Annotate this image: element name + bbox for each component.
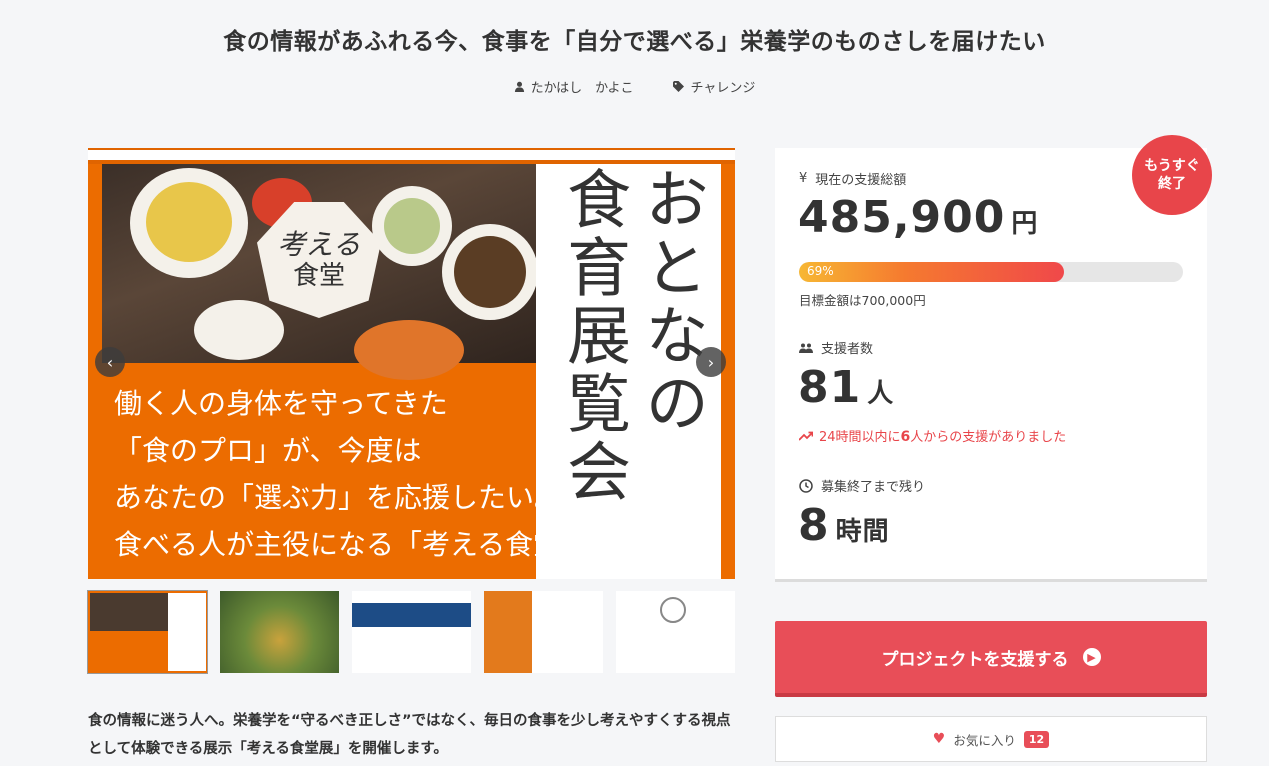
total-label: ¥ 現在の支援総額 (799, 171, 907, 188)
hero-message: 働く人の身体を守ってきた 「食のプロ」が、今度は あなたの「選ぶ力」を応援したい… (114, 380, 657, 568)
recent-support: 24時間以内に6人からの支援がありました (799, 426, 1066, 445)
remaining-time: 8 時間 (798, 500, 890, 551)
thumbnail-3[interactable] (352, 591, 471, 673)
stats-card: ¥ 現在の支援総額 485,900 円 69% 目標金額は700,000円 支援者… (775, 148, 1207, 582)
progress-bar: 69% (799, 262, 1183, 282)
hero-line: 働く人の身体を守ってきた (114, 387, 448, 420)
carousel-next-button[interactable]: › (696, 347, 726, 377)
favorite-button[interactable]: ♥ お気に入り 12 (775, 716, 1207, 762)
thumb-panel (168, 593, 206, 671)
progress-fill (799, 262, 1064, 282)
progress-percent: 69% (807, 264, 834, 278)
chevron-left-icon: ‹ (106, 352, 114, 372)
hero-line: 「食のプロ」が、今度は (114, 434, 422, 467)
category-name: チャレンジ (690, 81, 756, 96)
favorite-count: 12 (1023, 730, 1050, 748)
project-description: 食の情報に迷う人へ。栄養学を“守るべき正しさ”ではなく、毎日の食事を少し考えやす… (88, 713, 731, 757)
support-project-button[interactable]: プロジェクトを支援する ▶ (775, 621, 1207, 697)
user-icon (514, 81, 524, 92)
total-amount: 485,900 円 (798, 192, 1039, 243)
cabbage-fill (384, 198, 440, 254)
supporters-label: 支援者数 (799, 338, 873, 357)
ending-soon-badge: もうすぐ 終了 (1132, 135, 1212, 215)
hero-carousel[interactable]: 考える 食堂 おとなの 食育展覧会 働く人の身体を守ってきた 「食のプロ」が、今… (88, 148, 735, 579)
thumbnail-2[interactable] (220, 591, 339, 673)
clock-icon (799, 478, 813, 493)
goal-amount: 目標金額は700,000円 (799, 293, 926, 308)
thumbnail-1[interactable] (87, 590, 208, 674)
supporters-count: 81 人 (798, 362, 895, 413)
chevron-right-icon: › (707, 352, 715, 372)
hero-top-border (88, 148, 735, 164)
hero-vertical-title: おとなの 食育展覧会 (552, 166, 712, 566)
author-link[interactable]: たかはし かよこ (514, 77, 634, 96)
hero-line: あなたの「選ぶ力」を応援したい。 (114, 481, 563, 514)
page-title: 食の情報があふれる今、食事を「自分で選べる」栄養学のものさしを届けたい (223, 29, 1046, 55)
heart-icon: ♥ (932, 731, 946, 747)
thumb-figure (484, 591, 532, 673)
trending-up-icon (799, 431, 813, 441)
category-link[interactable]: チャレンジ (673, 77, 755, 96)
hero-vertical-col2: 食育展覧会 (556, 166, 630, 506)
thumb-band (352, 603, 471, 627)
project-meta: たかはし かよこ チャレンジ (0, 77, 1269, 96)
thumb-ring (660, 597, 686, 623)
hero-line: 食べる人が主役になる「考える食堂」展を! (114, 528, 657, 561)
yen-icon: ¥ (799, 171, 808, 186)
arrow-circle-icon: ▶ (1082, 648, 1101, 666)
food-photo: 考える 食堂 (102, 164, 538, 380)
bowl-radish (194, 300, 284, 360)
thumbnail-5[interactable] (616, 591, 735, 673)
hero-vertical-col1: おとなの (634, 166, 708, 438)
users-icon (799, 343, 813, 353)
carousel-prev-button[interactable]: ‹ (95, 347, 125, 377)
carrot-fill (354, 320, 464, 380)
remaining-label: 募集終了まで残り (799, 476, 925, 495)
tag-icon (673, 81, 685, 92)
thumbnail-strip (87, 590, 735, 674)
author-name: たかはし かよこ (530, 81, 634, 96)
hijiki-fill (454, 236, 526, 308)
fries-fill (146, 182, 232, 262)
thumbnail-4[interactable] (484, 591, 603, 673)
thumb-photo (90, 593, 168, 631)
